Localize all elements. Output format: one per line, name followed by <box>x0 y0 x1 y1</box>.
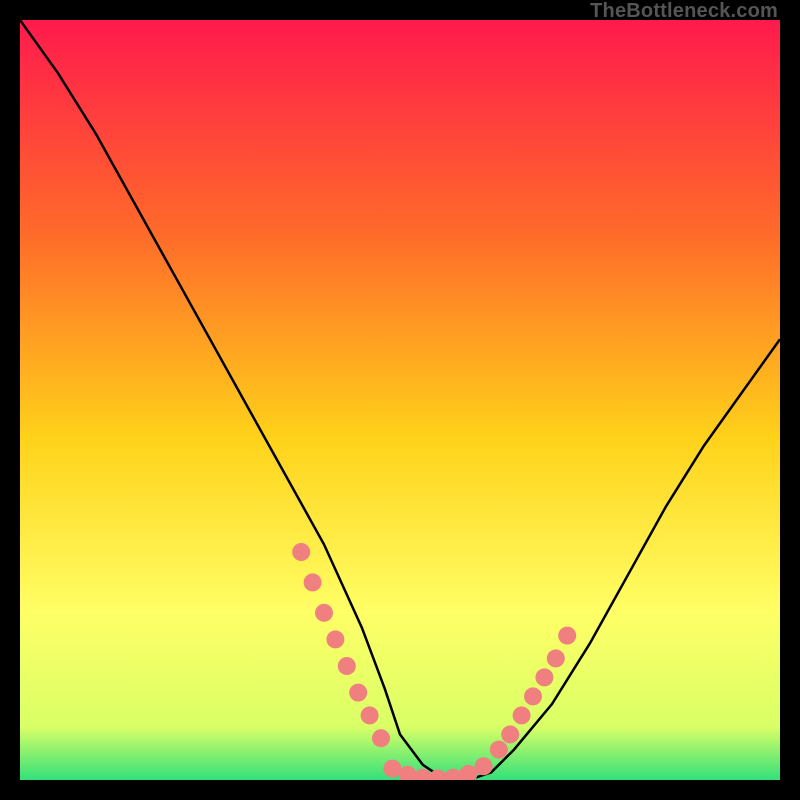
data-marker <box>304 573 322 591</box>
data-marker <box>292 543 310 561</box>
data-marker <box>490 741 508 759</box>
data-marker <box>558 627 576 645</box>
data-marker <box>338 657 356 675</box>
data-marker <box>513 706 531 724</box>
gradient-background <box>20 20 780 780</box>
data-marker <box>475 757 493 775</box>
watermark-text: TheBottleneck.com <box>590 0 778 23</box>
data-marker <box>372 729 390 747</box>
bottleneck-chart <box>20 20 780 780</box>
data-marker <box>349 684 367 702</box>
data-marker <box>361 706 379 724</box>
data-marker <box>501 725 519 743</box>
data-marker <box>535 668 553 686</box>
data-marker <box>547 649 565 667</box>
chart-frame <box>20 20 780 780</box>
data-marker <box>524 687 542 705</box>
data-marker <box>315 604 333 622</box>
data-marker <box>326 630 344 648</box>
